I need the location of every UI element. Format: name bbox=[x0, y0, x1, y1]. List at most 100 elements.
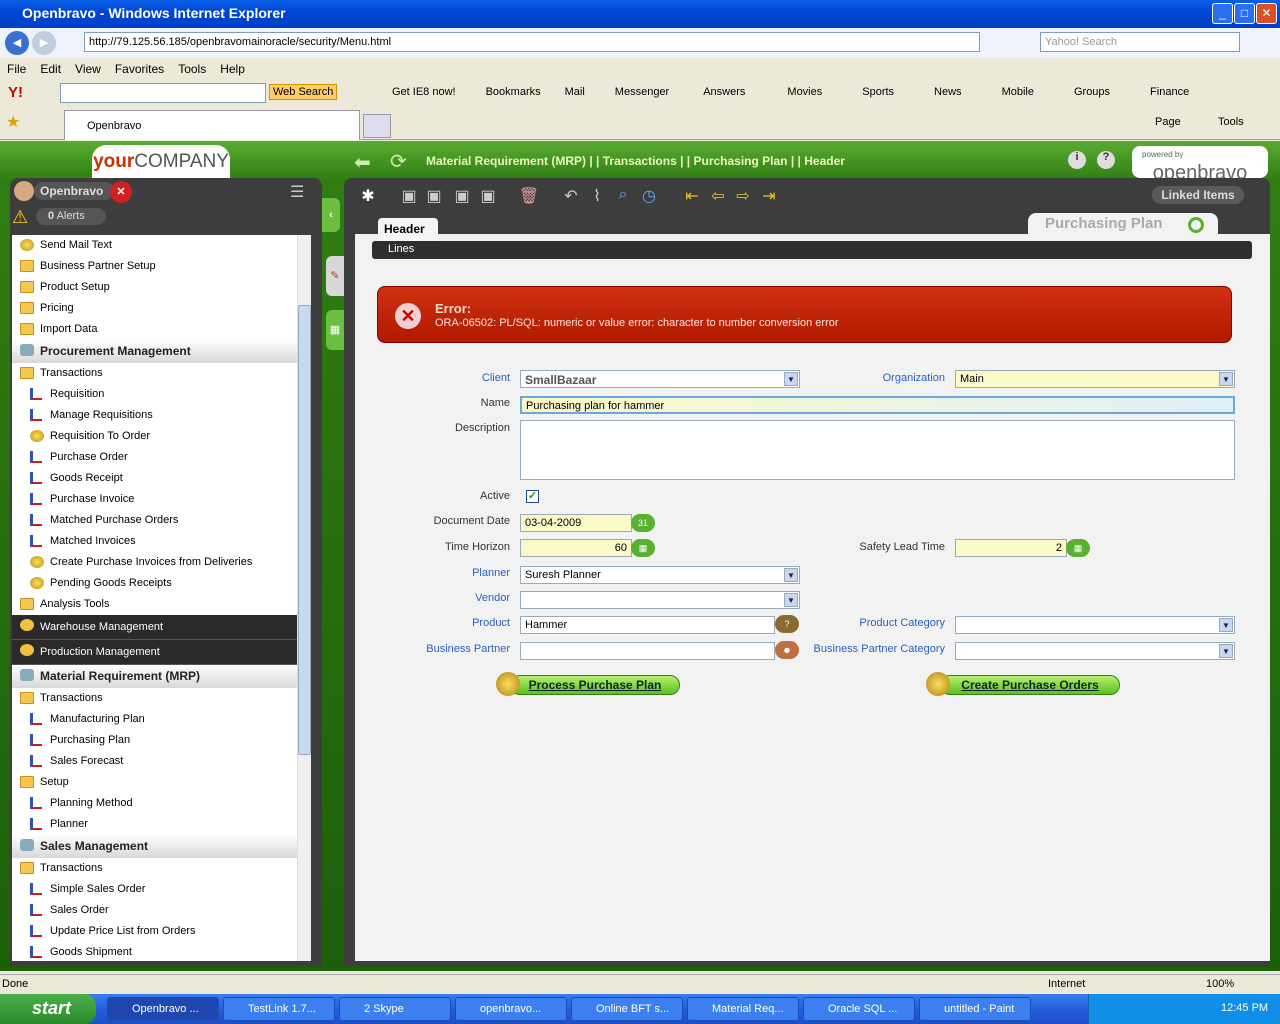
calculator-icon[interactable]: ▦ bbox=[631, 539, 655, 557]
taskbar-item[interactable]: TestLink 1.7... bbox=[223, 997, 335, 1021]
favorites-star-icon[interactable]: ★ bbox=[6, 112, 20, 132]
name-input[interactable]: Purchasing plan for hammer bbox=[520, 396, 1235, 414]
menu-item[interactable]: Purchase Order bbox=[12, 447, 297, 468]
menu-item[interactable]: Purchase Invoice bbox=[12, 489, 297, 510]
menu-item[interactable]: Simple Sales Order bbox=[12, 879, 297, 900]
product-label[interactable]: Product bbox=[360, 617, 510, 629]
new-record-icon[interactable]: ✱ bbox=[357, 186, 379, 208]
menu-item[interactable]: Transactions bbox=[12, 858, 297, 879]
yahoo-item[interactable]: Groups bbox=[1074, 86, 1110, 98]
menu-item[interactable]: Sales Forecast bbox=[12, 751, 297, 772]
yahoo-item[interactable]: Sports bbox=[862, 86, 894, 98]
audit-icon[interactable]: ◷ bbox=[638, 186, 660, 208]
product-category-label[interactable]: Product Category bbox=[795, 617, 945, 629]
yahoo-search-input[interactable] bbox=[60, 83, 266, 103]
yahoo-item[interactable]: Answers bbox=[703, 86, 745, 98]
menu-item[interactable]: Business Partner Setup bbox=[12, 256, 297, 277]
menu-tools[interactable]: Tools bbox=[178, 62, 206, 76]
business-partner-label[interactable]: Business Partner bbox=[360, 643, 510, 655]
yahoo-item[interactable]: Mail bbox=[565, 86, 585, 98]
menu-item[interactable]: Warehouse Management bbox=[12, 615, 297, 640]
first-record-icon[interactable]: ⇤ bbox=[681, 186, 703, 208]
business-partner-category-label[interactable]: Business Partner Category bbox=[795, 643, 945, 656]
back-icon[interactable]: ◀ bbox=[5, 31, 29, 55]
undo-icon[interactable]: ↶ bbox=[560, 186, 582, 208]
back-arrow-icon[interactable]: ⬅ bbox=[354, 150, 371, 175]
menu-item[interactable]: Analysis Tools bbox=[12, 594, 297, 615]
menu-item[interactable]: Goods Shipment bbox=[12, 942, 297, 961]
product-input[interactable]: Hammer bbox=[520, 616, 775, 634]
client-label[interactable]: Client bbox=[360, 372, 510, 384]
tools-menu[interactable]: Tools bbox=[1218, 116, 1244, 128]
menu-item[interactable]: Transactions bbox=[12, 688, 297, 709]
menu-view[interactable]: View bbox=[75, 62, 101, 76]
time-horizon-input[interactable]: 60 bbox=[520, 539, 632, 557]
last-record-icon[interactable]: ⇥ bbox=[758, 186, 780, 208]
chevron-down-icon[interactable]: ▼ bbox=[1219, 644, 1233, 658]
menu-item[interactable]: Sales Management bbox=[12, 835, 297, 858]
vendor-select[interactable]: ▼ bbox=[520, 591, 800, 609]
hide-menu-button[interactable]: ‹ bbox=[322, 198, 340, 232]
product-category-select[interactable]: ▼ bbox=[955, 616, 1235, 634]
menu-scrollbar[interactable] bbox=[297, 235, 311, 961]
edit-view-icon[interactable]: ✎ bbox=[326, 256, 344, 296]
menu-item[interactable]: Import Data bbox=[12, 319, 297, 340]
save-close-icon[interactable]: ▣ bbox=[451, 186, 473, 208]
save-new-icon[interactable]: ▣ bbox=[423, 186, 445, 208]
previous-record-icon[interactable]: ⇦ bbox=[707, 186, 729, 208]
yahoo-item[interactable]: Mobile bbox=[1002, 86, 1034, 98]
save-icon[interactable]: ▣ bbox=[398, 186, 420, 208]
menu-item[interactable]: Purchasing Plan bbox=[12, 730, 297, 751]
collapse-menu-icon[interactable]: ☰ bbox=[290, 182, 304, 202]
menu-item[interactable]: Procurement Management bbox=[12, 340, 297, 363]
menu-item[interactable]: Pricing bbox=[12, 298, 297, 319]
chevron-down-icon[interactable]: ▼ bbox=[784, 568, 798, 582]
refresh-icon[interactable]: ⟳ bbox=[390, 149, 407, 174]
scrollbar-thumb[interactable] bbox=[298, 305, 311, 755]
taskbar-item[interactable]: Oracle SQL ... bbox=[803, 997, 915, 1021]
vendor-label[interactable]: Vendor bbox=[360, 592, 510, 604]
maximize-button[interactable]: □ bbox=[1234, 3, 1255, 24]
close-window-button[interactable]: ✕ bbox=[1256, 3, 1277, 24]
calculator-icon[interactable]: ▦ bbox=[1066, 539, 1090, 557]
menu-favorites[interactable]: Favorites bbox=[115, 62, 164, 76]
save-next-icon[interactable]: ▣ bbox=[477, 186, 499, 208]
yahoo-item[interactable]: News bbox=[934, 86, 962, 98]
client-select[interactable]: SmallBazaar ▼ bbox=[520, 370, 800, 388]
menu-item[interactable]: Pending Goods Receipts bbox=[12, 573, 297, 594]
attachment-icon[interactable]: ⌇ bbox=[586, 186, 608, 208]
next-record-icon[interactable]: ⇨ bbox=[732, 186, 754, 208]
new-tab-button[interactable] bbox=[363, 114, 391, 138]
yahoo-item[interactable]: Movies bbox=[787, 86, 822, 98]
tab-header[interactable]: Header bbox=[378, 218, 438, 242]
grid-view-icon[interactable]: ▦ bbox=[326, 310, 344, 350]
description-textarea[interactable] bbox=[520, 420, 1235, 480]
forward-icon[interactable]: ▶ bbox=[32, 31, 56, 55]
active-checkbox[interactable]: ✓ bbox=[526, 490, 539, 503]
start-button[interactable]: start bbox=[0, 994, 96, 1024]
web-search-button[interactable]: Web Search bbox=[269, 84, 338, 100]
safety-lead-time-input[interactable]: 2 bbox=[955, 539, 1067, 557]
taskbar-item[interactable]: Online BFT s... bbox=[571, 997, 683, 1021]
document-date-input[interactable]: 03-04-2009 bbox=[520, 514, 632, 532]
menu-file[interactable]: File bbox=[7, 62, 26, 76]
menu-item[interactable]: Material Requirement (MRP) bbox=[12, 665, 297, 688]
menu-item[interactable]: Planning Method bbox=[12, 793, 297, 814]
menu-item[interactable]: Manufacturing Plan bbox=[12, 709, 297, 730]
organization-label[interactable]: Organization bbox=[795, 372, 945, 384]
logout-icon[interactable]: ✕ bbox=[110, 181, 132, 203]
taskbar-item[interactable]: Material Req... bbox=[687, 997, 799, 1021]
planner-label[interactable]: Planner bbox=[360, 567, 510, 579]
chevron-down-icon[interactable]: ▼ bbox=[1219, 618, 1233, 632]
calendar-icon[interactable]: 31 bbox=[631, 514, 655, 532]
menu-item[interactable]: Sales Order bbox=[12, 900, 297, 921]
menu-item[interactable]: Matched Purchase Orders bbox=[12, 510, 297, 531]
menu-item[interactable]: Send Mail Text bbox=[12, 235, 297, 256]
help-icon[interactable]: ? bbox=[1097, 151, 1115, 169]
menu-item[interactable]: Production Management bbox=[12, 640, 297, 665]
yahoo-item[interactable]: Bookmarks bbox=[486, 86, 541, 98]
chevron-down-icon[interactable]: ▼ bbox=[1219, 372, 1233, 386]
taskbar-item[interactable]: 2 Skype bbox=[339, 997, 451, 1021]
business-partner-category-select[interactable]: ▼ bbox=[955, 642, 1235, 660]
menu-item[interactable]: Matched Invoices bbox=[12, 531, 297, 552]
